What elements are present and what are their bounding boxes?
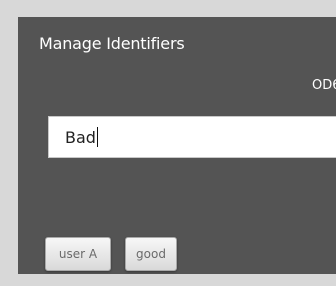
text-caret	[96, 127, 98, 147]
identifier-chip-good[interactable]: good	[125, 237, 177, 271]
identifier-chip-label: user A	[58, 247, 98, 261]
manage-identifiers-panel: Manage Identifiers OD60 Bad user A good	[18, 17, 336, 274]
identifier-input[interactable]: Bad	[48, 116, 336, 158]
screenshot-frame: Manage Identifiers OD60 Bad user A good	[0, 0, 336, 286]
panel-title: Manage Identifiers	[39, 34, 185, 53]
identifier-input-value: Bad	[65, 127, 96, 147]
identifier-code: OD60	[312, 78, 336, 93]
identifier-chip-user-a[interactable]: user A	[45, 237, 111, 271]
identifier-chip-label: good	[136, 247, 166, 261]
